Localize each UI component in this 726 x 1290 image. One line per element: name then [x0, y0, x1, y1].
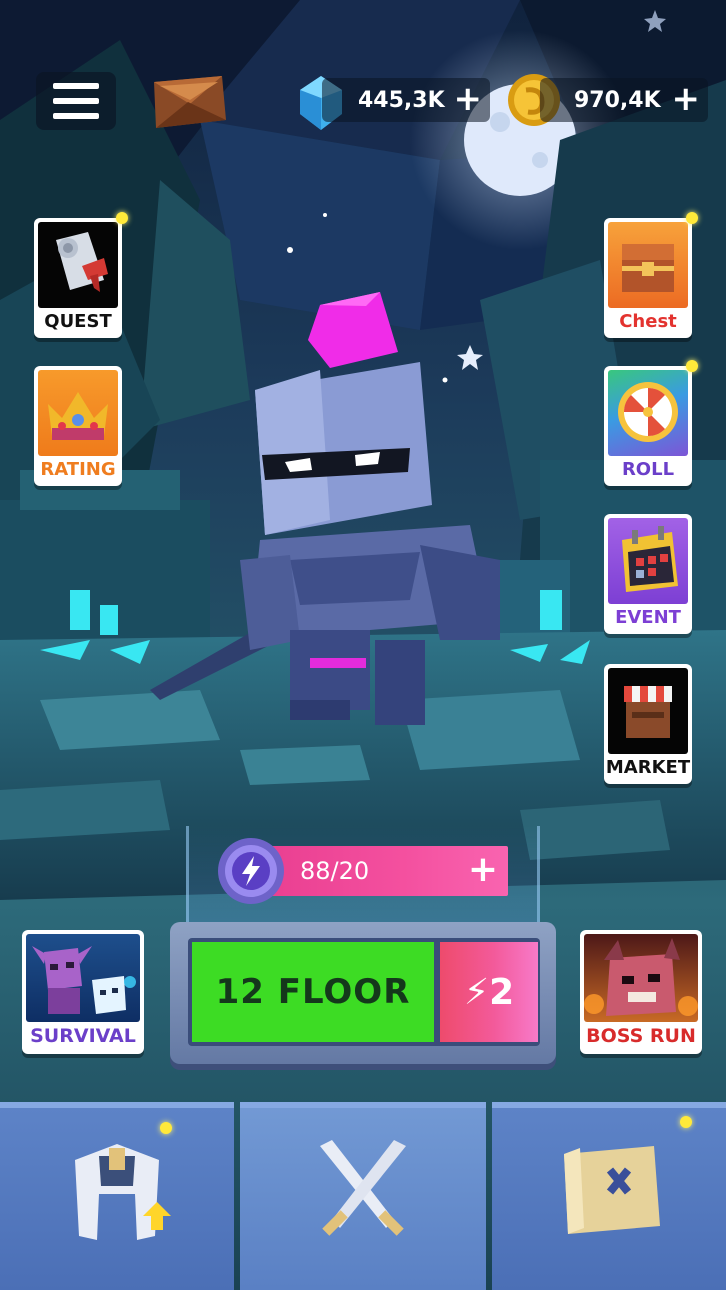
survival-monsters-icon [26, 934, 140, 1022]
gems-value: 445,3K [358, 87, 445, 113]
boss-run-button[interactable]: BOSS RUN [580, 930, 702, 1054]
energy-cost-label: ⚡2 [463, 971, 515, 1013]
energy-bar[interactable]: 88/20 + [248, 846, 508, 896]
background-art [0, 0, 726, 900]
quest-label: QUEST [44, 310, 112, 332]
quest-notification-dot [116, 212, 128, 224]
rating-label: RATING [40, 458, 116, 480]
coins-value: 970,4K [574, 87, 661, 113]
hero-notification-dot [160, 1122, 172, 1134]
boss-run-label: BOSS RUN [586, 1025, 696, 1047]
add-gems-button[interactable]: + [454, 82, 483, 116]
nav-battle-tab[interactable] [240, 1102, 486, 1290]
chest-notification-dot [686, 212, 698, 224]
calendar-icon [608, 518, 688, 604]
play-energy-cost[interactable]: ⚡2 [440, 942, 538, 1042]
menu-bar-icon [53, 98, 99, 104]
helmet-upgrade-icon [75, 1144, 171, 1240]
nav-map-tab[interactable] [492, 1102, 726, 1290]
energy-value: 88/20 [300, 857, 370, 885]
wheel-icon [608, 370, 688, 456]
chest-label: Chest [619, 310, 677, 332]
quest-button[interactable]: QUEST [34, 218, 122, 338]
add-coins-button[interactable]: + [672, 82, 701, 116]
event-label: EVENT [615, 606, 681, 628]
treasure-map-icon [564, 1146, 660, 1234]
event-button[interactable]: EVENT [604, 514, 692, 634]
market-stall-icon [608, 668, 688, 754]
crossed-swords-icon [320, 1140, 406, 1236]
game-scene [0, 0, 726, 1290]
add-energy-button[interactable]: + [468, 852, 498, 888]
rating-button[interactable]: RATING [34, 366, 122, 486]
map-notification-dot [680, 1116, 692, 1128]
crown-icon [38, 370, 118, 456]
roll-label: ROLL [621, 458, 675, 480]
chest-button[interactable]: Chest [604, 218, 692, 338]
menu-bar-icon [53, 113, 99, 119]
menu-bar-icon [53, 83, 99, 89]
gems-counter[interactable]: 445,3K + [322, 78, 490, 122]
market-label: MARKET [605, 756, 691, 778]
play-floor-label: 12 FLOOR [215, 972, 411, 1012]
roll-button[interactable]: ROLL [604, 366, 692, 486]
coins-counter[interactable]: 970,4K + [540, 78, 708, 122]
survival-button[interactable]: SURVIVAL [22, 930, 144, 1054]
boss-monster-icon [584, 934, 698, 1022]
roll-notification-dot [686, 360, 698, 372]
market-button[interactable]: MARKET [604, 664, 692, 784]
envelope-icon [154, 76, 226, 128]
survival-label: SURVIVAL [30, 1025, 136, 1047]
menu-button[interactable] [36, 72, 116, 130]
scroll-icon [38, 222, 118, 308]
play-floor-button[interactable]: 12 FLOOR [192, 942, 434, 1042]
mail-envelope-button[interactable] [146, 68, 230, 134]
nav-hero-tab[interactable] [0, 1102, 234, 1290]
lightning-icon [218, 838, 284, 904]
chest-icon [608, 222, 688, 308]
